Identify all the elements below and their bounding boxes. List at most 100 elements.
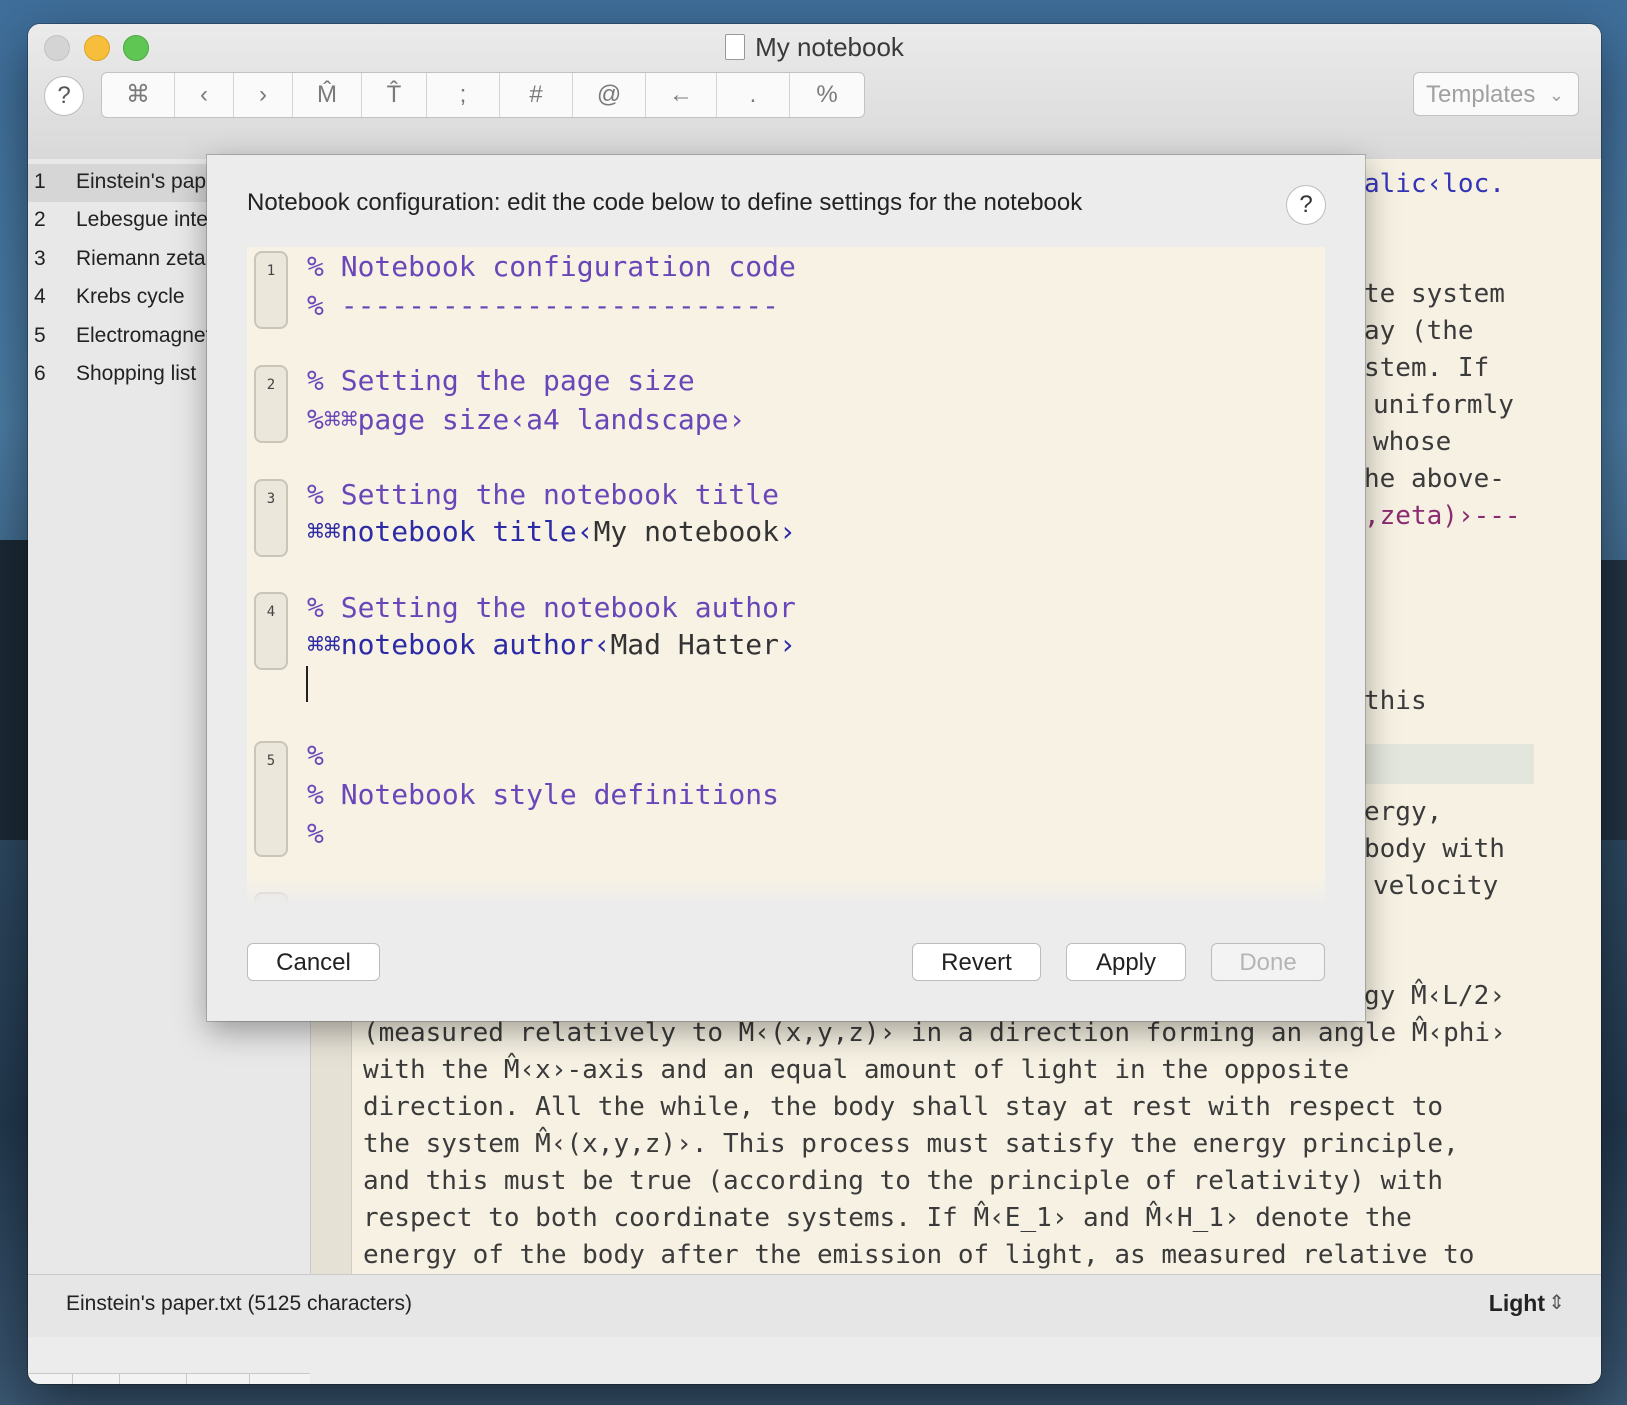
- code-line: %: [307, 739, 324, 772]
- help-button[interactable]: ?: [44, 76, 84, 116]
- config-code-editor[interactable]: 1 % Notebook configuration code % ------…: [247, 247, 1325, 905]
- sidebar-item-number: 3: [34, 247, 46, 270]
- remove-notebook-button[interactable]: —: [73, 1374, 120, 1384]
- code-line-title: ⌘⌘notebook title‹My notebook›: [307, 515, 796, 548]
- cell-number: 4: [266, 604, 276, 620]
- semicolon-button[interactable]: ;: [427, 73, 500, 117]
- cell-marker-1[interactable]: 1: [254, 251, 288, 329]
- percent-button[interactable]: %: [790, 73, 864, 117]
- editor-line: respect to both coordinate systems. If M…: [363, 1203, 1412, 1233]
- code-line: % Setting the notebook author: [307, 591, 796, 624]
- code-bracket: ›: [779, 628, 796, 661]
- sidebar-item-number: 4: [34, 285, 46, 308]
- code-bracket: ›: [779, 515, 796, 548]
- sidebar-item-number: 6: [34, 362, 46, 385]
- editor-fragment-text: ,zeta)›---: [1364, 501, 1521, 531]
- code-line: %: [307, 817, 324, 850]
- editor-fragment: this: [1364, 686, 1427, 716]
- sidebar-spacer: [120, 1374, 187, 1384]
- code-line: % --------------------------: [307, 289, 780, 322]
- sidebar-item-label: Krebs cycle: [76, 285, 185, 308]
- period-button[interactable]: .: [717, 73, 790, 117]
- editor-fragment: gy M̂‹L/2›: [1364, 981, 1505, 1011]
- sidebar-item-label: Shopping list: [76, 362, 197, 385]
- cell-number: 2: [266, 377, 276, 393]
- editor-fragment: stem. If: [1364, 353, 1490, 383]
- text-button[interactable]: T̂: [362, 73, 427, 117]
- code-command: ⌘⌘notebook title: [307, 515, 577, 548]
- at-button[interactable]: @: [573, 73, 646, 117]
- file-info: Einstein's paper.txt (5125 characters): [66, 1292, 413, 1315]
- cell-number: 5: [266, 753, 276, 769]
- sidebar-bottom-bar: + — ⊞ ⚙: [28, 1373, 310, 1384]
- editor-line: with the M̂‹x›-axis and an equal amount …: [363, 1055, 1350, 1085]
- dialog-help-button[interactable]: ?: [1286, 185, 1326, 225]
- cell-marker-3[interactable]: 3: [254, 479, 288, 557]
- cancel-button[interactable]: Cancel: [247, 943, 380, 981]
- templates-label: Templates: [1426, 81, 1536, 108]
- cell-marker-4[interactable]: 4: [254, 592, 288, 670]
- editor-fragment: body with: [1364, 834, 1505, 864]
- code-value: Mad Hatter: [610, 628, 780, 661]
- document-icon: [725, 34, 746, 60]
- editor-line: (measured relatively to M‹(x,y,z)› in a …: [363, 1018, 1506, 1048]
- editor-fragment: te system: [1364, 279, 1505, 309]
- done-button[interactable]: Done: [1211, 943, 1325, 981]
- editor-fragment: whose: [1373, 427, 1452, 457]
- editor-fragment-text: alic‹loc.: [1364, 169, 1505, 199]
- command-symbol-button[interactable]: ⌘: [102, 73, 175, 117]
- revert-button[interactable]: Revert: [912, 943, 1041, 981]
- title-bar: My notebook ? ⌘ ‹ › M̂ T̂ ; # @ ← . % Te…: [28, 24, 1601, 160]
- hash-button[interactable]: #: [500, 73, 573, 117]
- code-line: % Notebook style definitions: [307, 778, 780, 811]
- cell-marker-5[interactable]: 5: [254, 741, 288, 857]
- sidebar-item-number: 2: [34, 208, 46, 231]
- editor-line: the system M̂‹(x,y,z)›. This process mus…: [363, 1129, 1459, 1159]
- notebook-configuration-dialog: Notebook configuration: edit the code be…: [207, 155, 1365, 1021]
- close-bracket-button[interactable]: ›: [234, 73, 293, 117]
- cell-marker-2[interactable]: 2: [254, 365, 288, 443]
- code-line: % Notebook configuration code: [307, 250, 796, 283]
- editor-fragment: ergy,: [1364, 797, 1443, 827]
- theme-selector[interactable]: Light: [1489, 1290, 1545, 1317]
- markup-toolbar: ⌘ ‹ › M̂ T̂ ; # @ ← . %: [101, 72, 865, 118]
- code-value: My notebook: [593, 515, 780, 548]
- sidebar-item-number: 5: [34, 324, 46, 347]
- gear-icon[interactable]: ⚙: [250, 1374, 302, 1384]
- up-down-chevron-icon[interactable]: ⇕: [1548, 1290, 1565, 1315]
- grid-icon[interactable]: ⊞: [187, 1374, 250, 1384]
- chevron-down-icon: ⌄: [1548, 85, 1564, 105]
- code-line: %⌘⌘page size‹a4 landscape›: [307, 403, 746, 436]
- window-title-text: My notebook: [755, 32, 904, 62]
- editor-fragment: alic‹loc.: [1364, 169, 1505, 199]
- text-cursor: [306, 666, 308, 702]
- editor-line: energy of the body after the emission of…: [363, 1240, 1475, 1270]
- templates-dropdown[interactable]: Templates ⌄: [1413, 72, 1579, 116]
- code-line: % Setting the page size: [307, 364, 695, 397]
- editor-fragment: ay (the: [1364, 316, 1474, 346]
- line-highlight: [1364, 744, 1534, 784]
- code-bracket: ‹: [576, 515, 594, 548]
- editor-line: and this must be true (according to the …: [363, 1166, 1444, 1196]
- code-bracket: ‹: [593, 628, 611, 661]
- status-bar: Einstein's paper.txt (5125 characters) L…: [28, 1274, 1601, 1337]
- add-notebook-button[interactable]: +: [28, 1374, 73, 1384]
- code-line-author: ⌘⌘notebook author‹Mad Hatter›: [307, 628, 796, 661]
- editor-fragment: uniformly: [1373, 390, 1514, 420]
- dialog-title: Notebook configuration: edit the code be…: [247, 189, 1083, 216]
- sidebar-item-label: Riemann zeta: [76, 247, 206, 270]
- math-button[interactable]: M̂: [293, 73, 362, 117]
- sidebar-item-number: 1: [34, 170, 46, 193]
- scroll-fade: [247, 877, 1325, 905]
- editor-fragment: ,zeta)›---: [1364, 501, 1521, 531]
- arrow-button[interactable]: ←: [646, 73, 717, 117]
- open-bracket-button[interactable]: ‹: [175, 73, 234, 117]
- editor-fragment: he above-: [1364, 464, 1505, 494]
- editor-fragment: velocity: [1373, 871, 1499, 901]
- editor-line: direction. All the while, the body shall…: [363, 1092, 1444, 1122]
- sidebar-item-label: Einstein's paper: [76, 170, 225, 193]
- code-command: ⌘⌘notebook author: [307, 628, 594, 661]
- cell-number: 3: [266, 491, 276, 507]
- code-line: % Setting the notebook title: [307, 478, 780, 511]
- apply-button[interactable]: Apply: [1066, 943, 1186, 981]
